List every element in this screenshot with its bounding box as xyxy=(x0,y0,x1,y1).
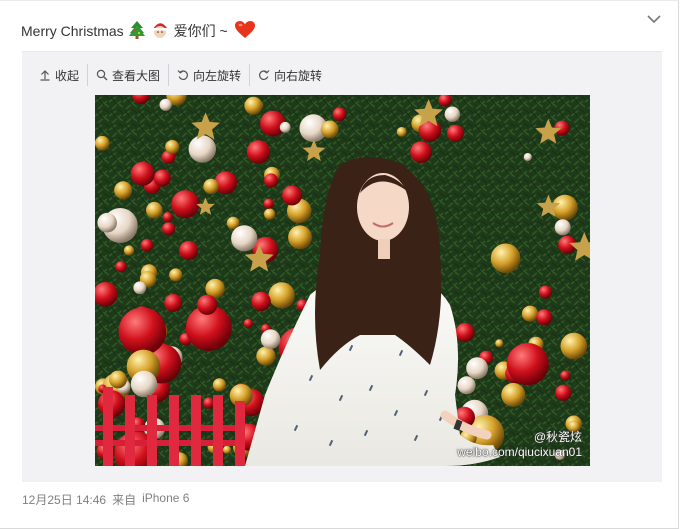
post-text-suffix: 爱你们 ~ xyxy=(173,23,228,39)
rotate-left-button[interactable]: 向左旋转 xyxy=(168,64,249,86)
ornament-ball xyxy=(162,212,173,223)
red-heart-emoji xyxy=(234,20,256,42)
arrow-up-icon xyxy=(39,69,51,81)
ornament-ball xyxy=(560,332,588,360)
ornament-ball xyxy=(115,261,127,273)
collapse-label: 收起 xyxy=(55,68,80,83)
ornament-ball xyxy=(521,305,539,322)
ornament-ball xyxy=(538,285,552,299)
ornament-ball xyxy=(197,294,218,315)
ornament-ball xyxy=(396,127,407,137)
ornament-ball xyxy=(523,153,532,161)
image-toolbar: 收起 查看大图 向左旋转 向右旋转 xyxy=(22,64,662,86)
ornament-ball xyxy=(446,124,464,142)
ornament-ball xyxy=(140,239,154,252)
ornament-ball xyxy=(264,173,279,188)
post-source[interactable]: iPhone 6 xyxy=(142,491,189,508)
ornament-ball xyxy=(171,190,200,219)
ornament-ball xyxy=(251,291,271,312)
post-text-main: Merry Christmas xyxy=(21,23,124,39)
source-prefix: 来自 xyxy=(112,493,137,507)
ornament-ball xyxy=(495,339,504,348)
ornament-ball xyxy=(260,329,281,349)
ornament-ball xyxy=(256,346,276,366)
ornament-ball xyxy=(457,376,476,395)
ornament-ball xyxy=(203,178,219,195)
watermark-user: @秋瓷炫 xyxy=(533,430,582,444)
ornament-ball xyxy=(560,370,571,381)
ornament-ball xyxy=(118,307,167,356)
ornament-ball xyxy=(320,120,339,139)
ornament-ball xyxy=(243,318,253,328)
ornament-ball xyxy=(133,281,147,295)
ornament-ball xyxy=(410,141,432,163)
ornament-ball xyxy=(169,268,183,282)
rotate-left-icon xyxy=(177,69,189,81)
ornament-ball xyxy=(466,357,488,380)
photo-illustration xyxy=(95,95,590,466)
christmas-tree-emoji xyxy=(128,20,146,43)
ornament-ball xyxy=(279,121,291,133)
rotate-right-label: 向右旋转 xyxy=(274,68,323,83)
ornament-ball xyxy=(165,140,180,154)
ornament-ball xyxy=(162,222,176,236)
ornament-ball xyxy=(130,161,155,186)
view-large-label: 查看大图 xyxy=(112,68,161,83)
ornament-ball xyxy=(332,107,347,122)
santa-emoji xyxy=(150,20,170,43)
post-meta: 12月25日 14:46 来自 iPhone 6 xyxy=(22,491,189,508)
ornament-ball xyxy=(179,241,199,260)
ornament-ball xyxy=(109,370,127,389)
ornament-ball xyxy=(455,323,475,342)
ornament-ball xyxy=(554,219,571,236)
chevron-down-icon[interactable] xyxy=(646,12,662,26)
rotate-left-label: 向左旋转 xyxy=(193,68,242,83)
ornament-ball xyxy=(246,140,271,164)
ornament-ball xyxy=(123,245,135,256)
search-icon xyxy=(96,69,108,81)
ornament-ball xyxy=(130,370,158,398)
ornament-ball xyxy=(231,225,258,252)
ornament-ball xyxy=(212,378,226,392)
view-large-button[interactable]: 查看大图 xyxy=(87,64,168,86)
ornament-ball xyxy=(506,343,549,386)
ornament-ball xyxy=(164,294,183,312)
ornament-ball xyxy=(288,225,312,250)
ornament-ball xyxy=(97,212,117,233)
ornament-ball xyxy=(244,96,263,115)
ornament-ball xyxy=(264,208,276,220)
weibo-post-card: Merry Christmas 爱你们 ~ 收起 查看大图 向左旋转 向右旋转 … xyxy=(0,0,679,529)
post-text: Merry Christmas 爱你们 ~ xyxy=(21,17,256,45)
ornament-ball xyxy=(490,243,521,274)
ornament-ball xyxy=(444,106,460,122)
rotate-right-icon xyxy=(258,69,270,81)
ornament-ball xyxy=(263,198,274,209)
ornament-ball xyxy=(555,384,572,401)
ornament-ball xyxy=(95,135,110,151)
ornament-ball xyxy=(536,309,553,326)
ornament-ball xyxy=(114,181,133,200)
ornament-ball xyxy=(501,382,526,407)
ornament-ball xyxy=(159,98,172,111)
ornament-ball xyxy=(188,135,216,163)
ornament-ball xyxy=(552,194,578,221)
collapse-button[interactable]: 收起 xyxy=(22,64,87,86)
rotate-right-button[interactable]: 向右旋转 xyxy=(249,64,330,86)
ornament-ball xyxy=(153,169,171,187)
ornament-ball xyxy=(146,201,163,219)
watermark-url: weibo.com/qiucixuan01 xyxy=(457,445,582,459)
photo-watermark: @秋瓷炫 weibo.com/qiucixuan01 xyxy=(457,430,582,460)
ornament-ball xyxy=(222,445,232,454)
post-date[interactable]: 12月25日 14:46 xyxy=(22,491,106,508)
post-photo[interactable]: @秋瓷炫 weibo.com/qiucixuan01 xyxy=(95,95,590,466)
ornament-ball xyxy=(268,282,295,309)
ornament-ball xyxy=(282,185,302,206)
media-box: 收起 查看大图 向左旋转 向右旋转 @秋瓷炫 weibo.com/qiucixu… xyxy=(22,51,662,482)
ornament-ball xyxy=(203,397,215,409)
